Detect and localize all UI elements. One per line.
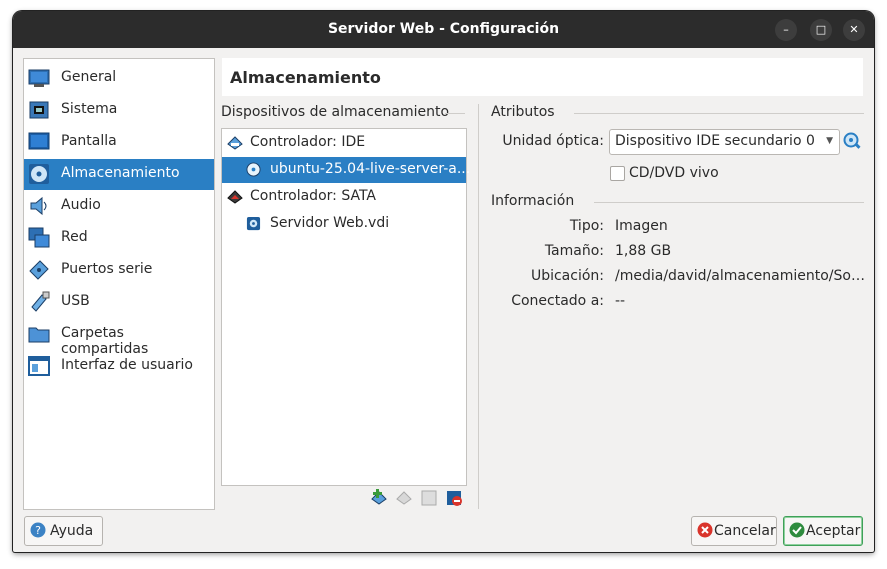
chip-icon xyxy=(29,101,49,119)
maximize-icon: □ xyxy=(815,23,827,36)
sidebar-item-label: Audio xyxy=(61,197,101,213)
info-location-label: Ubicación: xyxy=(530,268,604,284)
sata-controller-icon xyxy=(227,190,243,204)
sidebar-item-label: Interfaz de usuario xyxy=(61,357,193,373)
add-controller-icon[interactable] xyxy=(370,489,388,507)
maximize-button[interactable]: □ xyxy=(810,19,832,41)
folder-icon xyxy=(28,327,50,343)
attributes-label: Atributos xyxy=(491,104,555,120)
sidebar-item-label: Almacenamiento xyxy=(61,165,180,181)
help-button-label: Ayuda xyxy=(50,523,94,539)
minimize-icon: – xyxy=(783,23,789,36)
accept-button-label: Aceptar xyxy=(806,523,861,539)
remove-attachment-icon[interactable] xyxy=(420,489,438,507)
section-divider xyxy=(445,113,465,114)
tree-row-optical-disc[interactable]: ubuntu-25.04-live-server-a... xyxy=(222,157,470,183)
settings-window: Servidor Web - Configuración – □ ✕ Gener… xyxy=(13,11,874,552)
sidebar-item-label: Sistema xyxy=(61,101,118,117)
settings-sidebar: General Sistema Pantalla Almacenamiento … xyxy=(23,58,215,510)
display-icon xyxy=(28,132,50,150)
storage-tree[interactable]: Controlador: IDE ubuntu-25.04-live-serve… xyxy=(221,128,470,486)
sidebar-item-label: Puertos serie xyxy=(61,261,153,277)
section-divider xyxy=(594,202,864,203)
chevron-down-icon: ▼ xyxy=(826,136,833,146)
remove-controller-icon[interactable] xyxy=(445,489,463,507)
page-header: Almacenamiento xyxy=(222,58,863,96)
sidebar-item-pantalla[interactable]: Pantalla xyxy=(24,127,214,158)
tree-item-label: ubuntu-25.04-live-server-a... xyxy=(270,161,471,177)
info-type-label: Tipo: xyxy=(569,218,604,234)
hard-disk-icon xyxy=(246,216,261,231)
window-title: Servidor Web - Configuración xyxy=(327,21,560,37)
info-size-value: 1,88 GB xyxy=(615,243,672,259)
tree-row-hard-disk[interactable]: Servidor Web.vdi xyxy=(222,211,466,237)
cancel-button-label: Cancelar xyxy=(714,523,776,539)
section-divider xyxy=(574,113,864,114)
close-icon: ✕ xyxy=(849,23,859,36)
optical-drive-select[interactable]: Dispositivo IDE secundario 0 ▼ xyxy=(609,129,840,155)
help-button[interactable]: ? Ayuda xyxy=(24,516,103,546)
page-title: Almacenamiento xyxy=(230,68,381,87)
tree-item-label: Controlador: IDE xyxy=(250,134,366,150)
information-label: Información xyxy=(491,193,575,209)
accept-button[interactable]: Aceptar xyxy=(783,516,863,546)
sidebar-item-usb[interactable]: USB xyxy=(24,287,214,318)
sidebar-item-interfaz-de-usuario[interactable]: Interfaz de usuario xyxy=(24,351,214,382)
sidebar-item-label: Pantalla xyxy=(61,133,117,149)
storage-devices-label: Dispositivos de almacenamiento xyxy=(221,104,450,120)
sidebar-item-almacenamiento[interactable]: Almacenamiento xyxy=(24,159,214,190)
optical-drive-value: Dispositivo IDE secundario 0 xyxy=(615,133,815,149)
tree-item-label: Servidor Web.vdi xyxy=(270,215,390,231)
ide-controller-icon xyxy=(227,136,243,150)
live-cd-checkbox[interactable] xyxy=(610,166,625,181)
add-attachment-icon[interactable] xyxy=(395,489,413,507)
tree-item-label: Controlador: SATA xyxy=(250,188,376,204)
info-location-value: /media/david/almacenamiento/Sof… xyxy=(615,268,865,284)
network-icon xyxy=(28,227,50,248)
serial-port-icon xyxy=(29,260,49,280)
tree-row-ide-controller[interactable]: Controlador: IDE xyxy=(222,130,466,156)
ui-window-icon xyxy=(28,356,50,376)
optical-disc-icon xyxy=(246,162,261,177)
sidebar-item-sistema[interactable]: Sistema xyxy=(24,95,214,126)
close-button[interactable]: ✕ xyxy=(843,19,865,41)
check-icon xyxy=(789,522,805,538)
minimize-button[interactable]: – xyxy=(775,19,797,41)
monitor-icon xyxy=(28,69,50,87)
sidebar-item-label: USB xyxy=(61,293,90,309)
info-attached-label: Conectado a: xyxy=(511,293,604,309)
sidebar-item-carpetas-compartidas[interactable]: Carpetas compartidas xyxy=(24,319,214,357)
svg-text:?: ? xyxy=(35,524,41,537)
info-attached-value: -- xyxy=(615,293,626,309)
cancel-button[interactable]: Cancelar xyxy=(691,516,777,546)
choose-disk-icon[interactable] xyxy=(843,132,861,150)
sidebar-item-general[interactable]: General xyxy=(24,63,214,94)
sidebar-item-label: General xyxy=(61,69,117,85)
sidebar-item-label: Red xyxy=(61,229,88,245)
sidebar-item-red[interactable]: Red xyxy=(24,223,214,254)
optical-drive-label: Unidad óptica: xyxy=(502,133,604,149)
sidebar-item-puertos-serie[interactable]: Puertos serie xyxy=(24,255,214,286)
tree-row-sata-controller[interactable]: Controlador: SATA xyxy=(222,184,466,210)
cancel-icon xyxy=(697,522,713,538)
sidebar-item-audio[interactable]: Audio xyxy=(24,191,214,222)
info-size-label: Tamaño: xyxy=(544,243,604,259)
usb-icon xyxy=(31,291,50,312)
info-type-value: Imagen xyxy=(615,218,668,234)
live-cd-label[interactable]: CD/DVD vivo xyxy=(629,165,719,181)
title-bar[interactable]: Servidor Web - Configuración – □ ✕ xyxy=(13,11,874,48)
help-icon: ? xyxy=(30,522,46,538)
disc-icon xyxy=(29,164,49,184)
speaker-icon xyxy=(30,196,47,216)
